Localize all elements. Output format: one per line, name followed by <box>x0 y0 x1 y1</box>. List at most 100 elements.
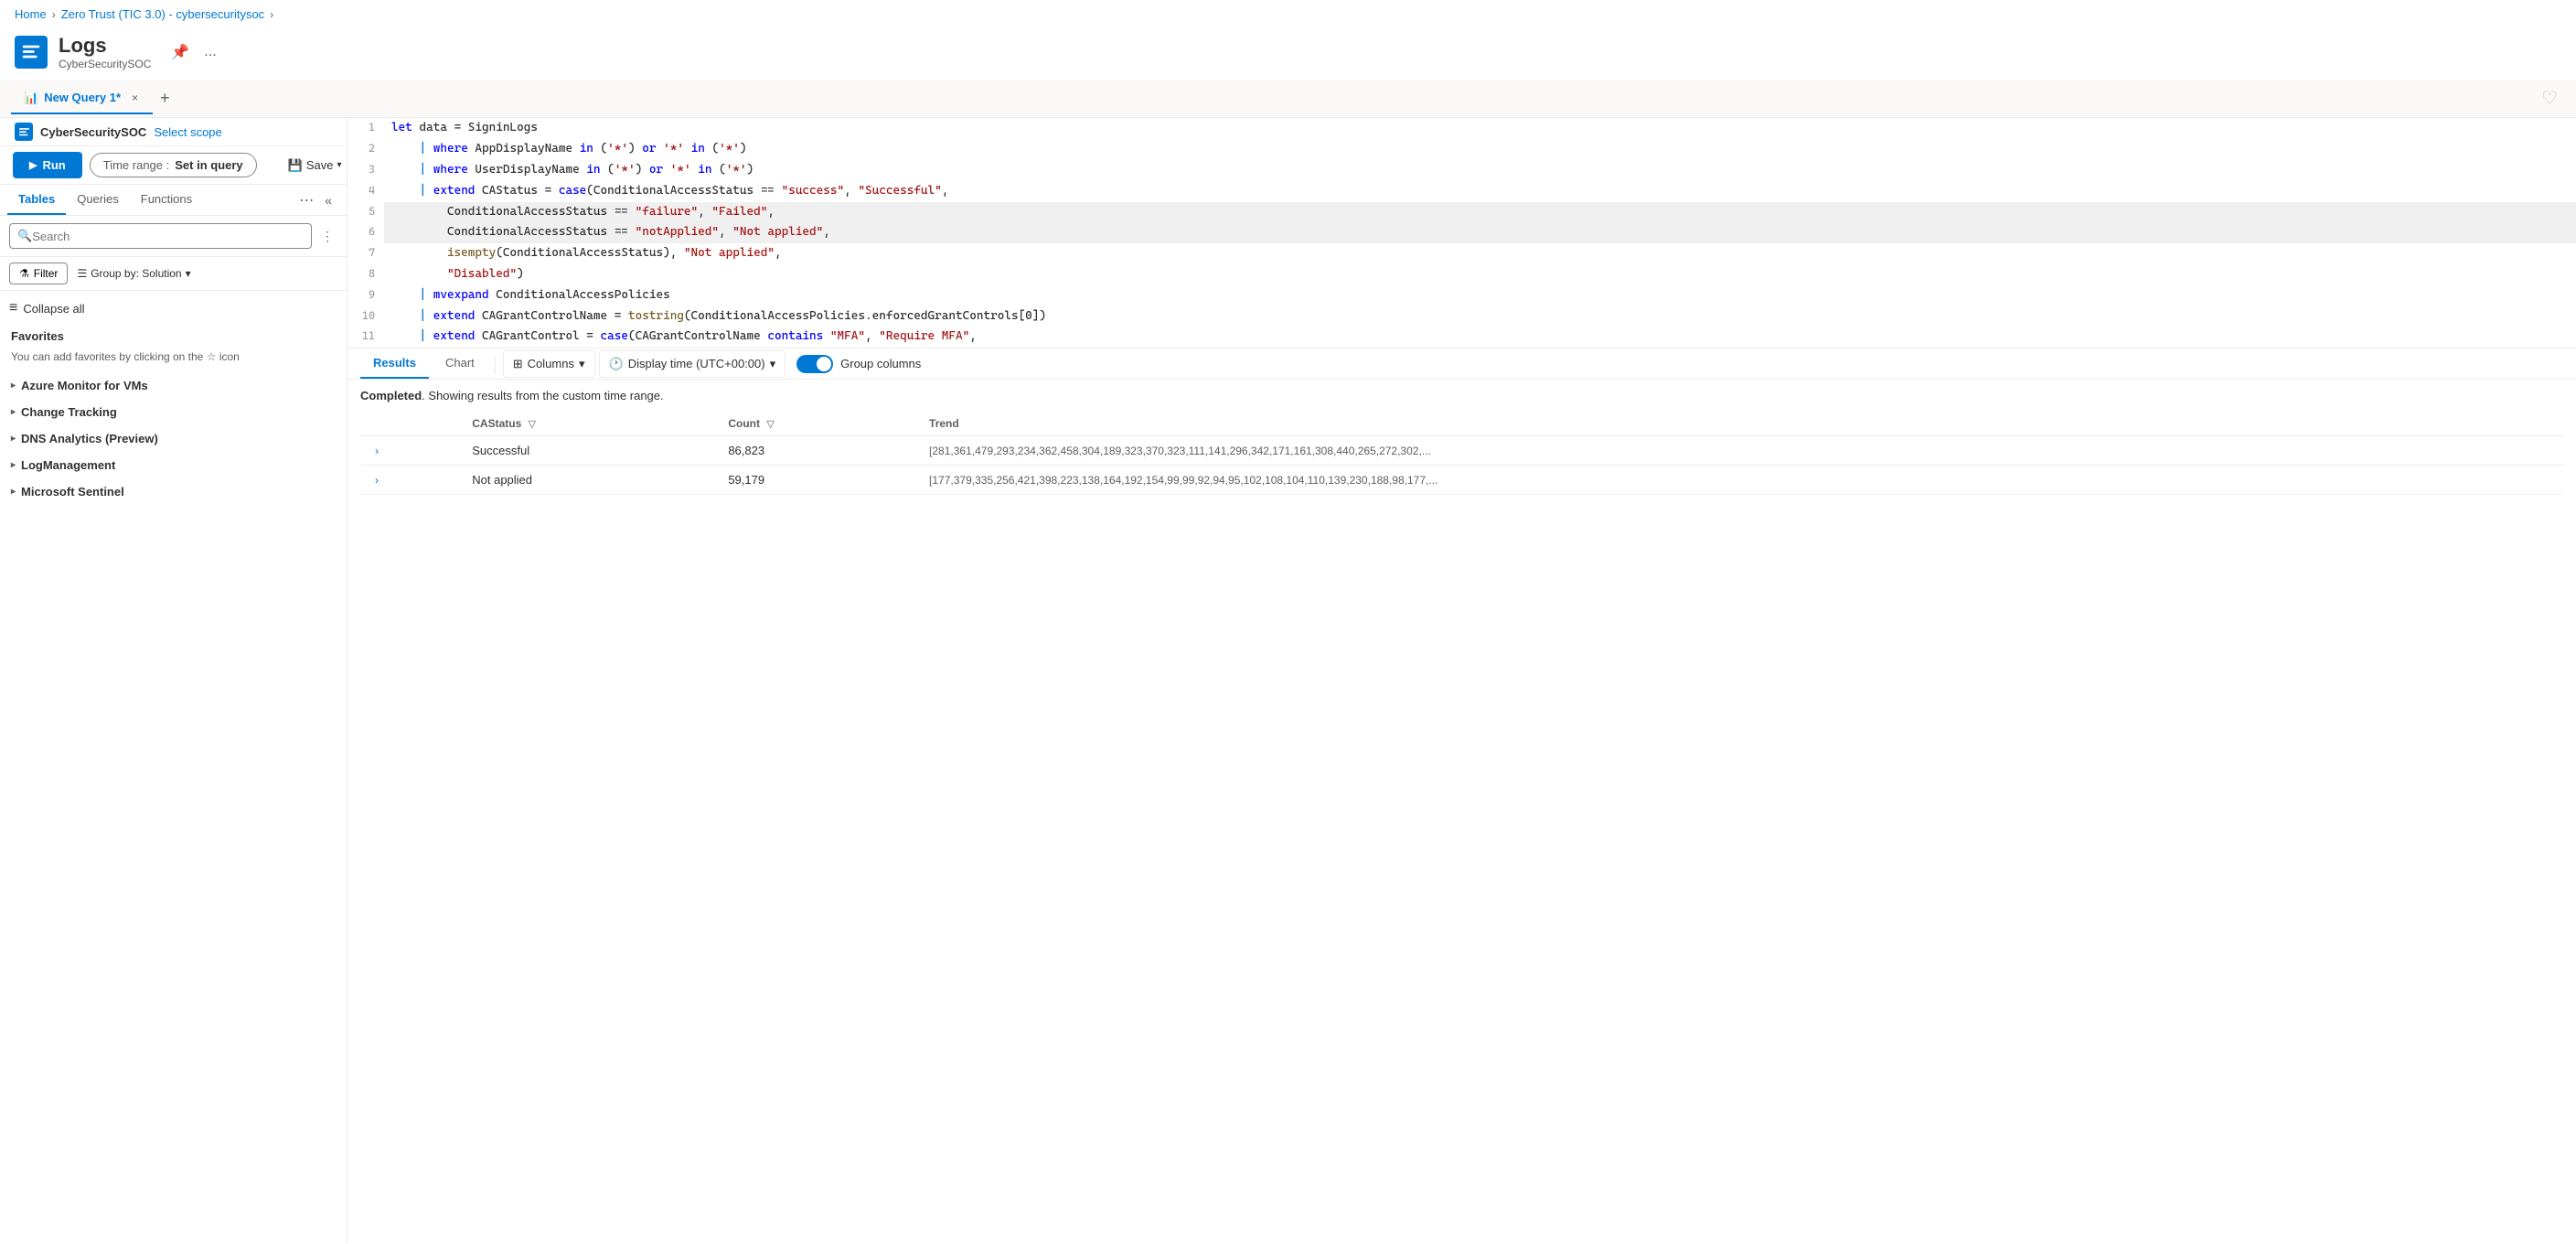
columns-button[interactable]: ⊞ Columns ▾ <box>503 350 595 378</box>
select-scope-button[interactable]: Select scope <box>154 125 221 139</box>
code-content-1: let data = SigninLogs <box>384 118 2576 139</box>
time-range-prefix: Time range : <box>103 158 170 172</box>
logs-app-icon <box>21 42 41 62</box>
filter-label: Filter <box>34 267 59 280</box>
results-tab-divider <box>495 355 496 373</box>
filter-icon: ⚗ <box>19 267 29 280</box>
code-content-2: | where AppDisplayName in ('*') or '*' i… <box>384 139 2576 160</box>
more-app-button[interactable]: ... <box>200 40 219 64</box>
tab-tables[interactable]: Tables <box>7 185 66 215</box>
group-by-button[interactable]: ☰ Group by: Solution ▾ <box>77 267 190 280</box>
app-subtitle: CyberSecuritySOC <box>59 58 151 70</box>
nav-item-dns-analytics[interactable]: ▸ DNS Analytics (Preview) <box>0 425 347 452</box>
search-input[interactable] <box>32 230 304 243</box>
code-content-11: | extend CAGrantControl = case(CAGrantCo… <box>384 327 2576 348</box>
code-line-8: 8 "Disabled") <box>347 264 2576 285</box>
breadcrumb-sep2: › <box>270 8 273 21</box>
row2-expand[interactable]: › <box>360 466 463 495</box>
count-filter-icon[interactable]: ▽ <box>766 419 774 430</box>
app-header: Logs CyberSecuritySOC 📌 ... <box>0 28 2576 80</box>
save-label: Save <box>306 158 334 172</box>
results-status: Completed. Showing results from the cust… <box>360 389 2563 402</box>
results-panel: Completed. Showing results from the cust… <box>347 380 2576 1243</box>
results-status-completed: Completed <box>360 389 422 402</box>
breadcrumb-home[interactable]: Home <box>15 7 47 21</box>
nav-label-log: LogManagement <box>21 458 115 472</box>
line-num-11: 11 <box>347 327 384 348</box>
toggle-switch[interactable] <box>796 355 833 373</box>
tab-add-button[interactable]: + <box>153 85 177 112</box>
run-button[interactable]: ▶ Run <box>13 152 82 178</box>
search-options-button[interactable]: ⋮ <box>317 225 337 248</box>
time-range-button[interactable]: Time range : Set in query <box>90 153 257 177</box>
columns-label: Columns <box>528 357 574 370</box>
search-input-wrap: 🔍 <box>9 223 312 249</box>
code-line-2: 2 | where AppDisplayName in ('*') or '*'… <box>347 139 2576 160</box>
nav-item-sentinel[interactable]: ▸ Microsoft Sentinel <box>0 478 347 505</box>
code-content-5: ConditionalAccessStatus == "failure", "F… <box>384 202 2576 223</box>
th-expand <box>360 412 463 436</box>
right-panel: 1 let data = SigninLogs 2 | where AppDis… <box>347 118 2576 1243</box>
results-table: CAStatus ▽ Count ▽ Trend › <box>360 412 2563 495</box>
castatus-filter-icon[interactable]: ▽ <box>529 419 536 430</box>
display-time-button[interactable]: 🕐 Display time (UTC+00:00) ▾ <box>599 350 786 378</box>
line-num-4: 4 <box>347 181 384 202</box>
save-caret: ▾ <box>337 160 342 170</box>
row1-trend: [281,361,479,293,234,362,458,304,189,323… <box>920 436 2563 466</box>
code-line-4: 4 | extend CAStatus = case(ConditionalAc… <box>347 181 2576 202</box>
line-num-6: 6 <box>347 222 384 243</box>
breadcrumb-sep1: › <box>52 8 56 21</box>
collapse-all-icon: ≡ <box>9 300 17 316</box>
favorites-label: Favorites <box>0 322 347 347</box>
nav-item-azure-monitor[interactable]: ▸ Azure Monitor for VMs <box>0 372 347 399</box>
app-title: Logs <box>59 34 151 58</box>
row2-trend: [177,379,335,256,421,398,223,138,164,192… <box>920 466 2563 495</box>
tab-heart-icon[interactable]: ♡ <box>2534 80 2565 117</box>
save-icon: 💾 <box>288 158 303 173</box>
collapse-all-button[interactable]: ≡ Collapse all <box>0 295 347 322</box>
app-header-actions: 📌 ... <box>167 39 219 65</box>
group-columns-toggle: Group columns <box>796 355 921 373</box>
main-layout: CyberSecuritySOC Select scope ▶ Run Time… <box>0 118 2576 1243</box>
workspace-svg-icon <box>18 126 30 138</box>
results-table-body: › Successful 86,823 [281,361,479,293,234… <box>360 436 2563 495</box>
tab-icon: 📊 <box>24 91 38 105</box>
results-header-row: CAStatus ▽ Count ▽ Trend <box>360 412 2563 436</box>
search-icon: 🔍 <box>17 229 32 243</box>
row1-count: 86,823 <box>719 436 920 466</box>
tab-queries[interactable]: Queries <box>66 185 130 215</box>
code-content-7: isempty(ConditionalAccessStatus), "Not a… <box>384 243 2576 264</box>
save-button[interactable]: 💾 Save ▾ <box>279 153 347 178</box>
left-tabs-more-button[interactable]: ⋯ <box>295 188 317 213</box>
code-line-9: 9 | mvexpand ConditionalAccessPolicies <box>347 285 2576 306</box>
nav-item-change-tracking[interactable]: ▸ Change Tracking <box>0 399 347 425</box>
filter-button[interactable]: ⚗ Filter <box>9 263 68 284</box>
table-row: › Not applied 59,179 [177,379,335,256,42… <box>360 466 2563 495</box>
nav-item-logmanagement[interactable]: ▸ LogManagement <box>0 452 347 478</box>
row1-expand[interactable]: › <box>360 436 463 466</box>
nav-label-change: Change Tracking <box>21 405 117 419</box>
breadcrumb-workspace[interactable]: Zero Trust (TIC 3.0) - cybersecuritysoc <box>61 7 265 21</box>
result-tab-chart[interactable]: Chart <box>433 349 487 379</box>
pin-app-button[interactable]: 📌 <box>167 39 193 65</box>
row1-castatus: Successful <box>463 436 719 466</box>
full-toolbar: ▶ Run Time range : Set in query 💾 Save ▾… <box>0 146 347 185</box>
app-icon <box>15 36 48 69</box>
code-editor[interactable]: 1 let data = SigninLogs 2 | where AppDis… <box>347 118 2576 349</box>
th-trend: Trend <box>920 412 2563 436</box>
tab-close-button[interactable]: × <box>130 91 140 104</box>
left-panel: CyberSecuritySOC Select scope ▶ Run Time… <box>0 118 347 1243</box>
row-expand-icon[interactable]: › <box>369 445 384 457</box>
tab-functions[interactable]: Functions <box>130 185 203 215</box>
nav-label-azure: Azure Monitor for VMs <box>21 379 148 392</box>
code-line-6: 6 ConditionalAccessStatus == "notApplied… <box>347 222 2576 243</box>
collapse-panel-button[interactable]: « <box>317 189 339 211</box>
result-tab-results[interactable]: Results <box>360 349 429 379</box>
code-line-7: 7 isempty(ConditionalAccessStatus), "Not… <box>347 243 2576 264</box>
code-content-10: | extend CAGrantControlName = tostring(C… <box>384 306 2576 327</box>
row-expand-icon2[interactable]: › <box>369 474 384 487</box>
line-num-3: 3 <box>347 160 384 181</box>
tab-new-query-1[interactable]: 📊 New Query 1* × <box>11 83 153 114</box>
code-line-3: 3 | where UserDisplayName in ('*') or '*… <box>347 160 2576 181</box>
code-lines: 1 let data = SigninLogs 2 | where AppDis… <box>347 118 2576 348</box>
